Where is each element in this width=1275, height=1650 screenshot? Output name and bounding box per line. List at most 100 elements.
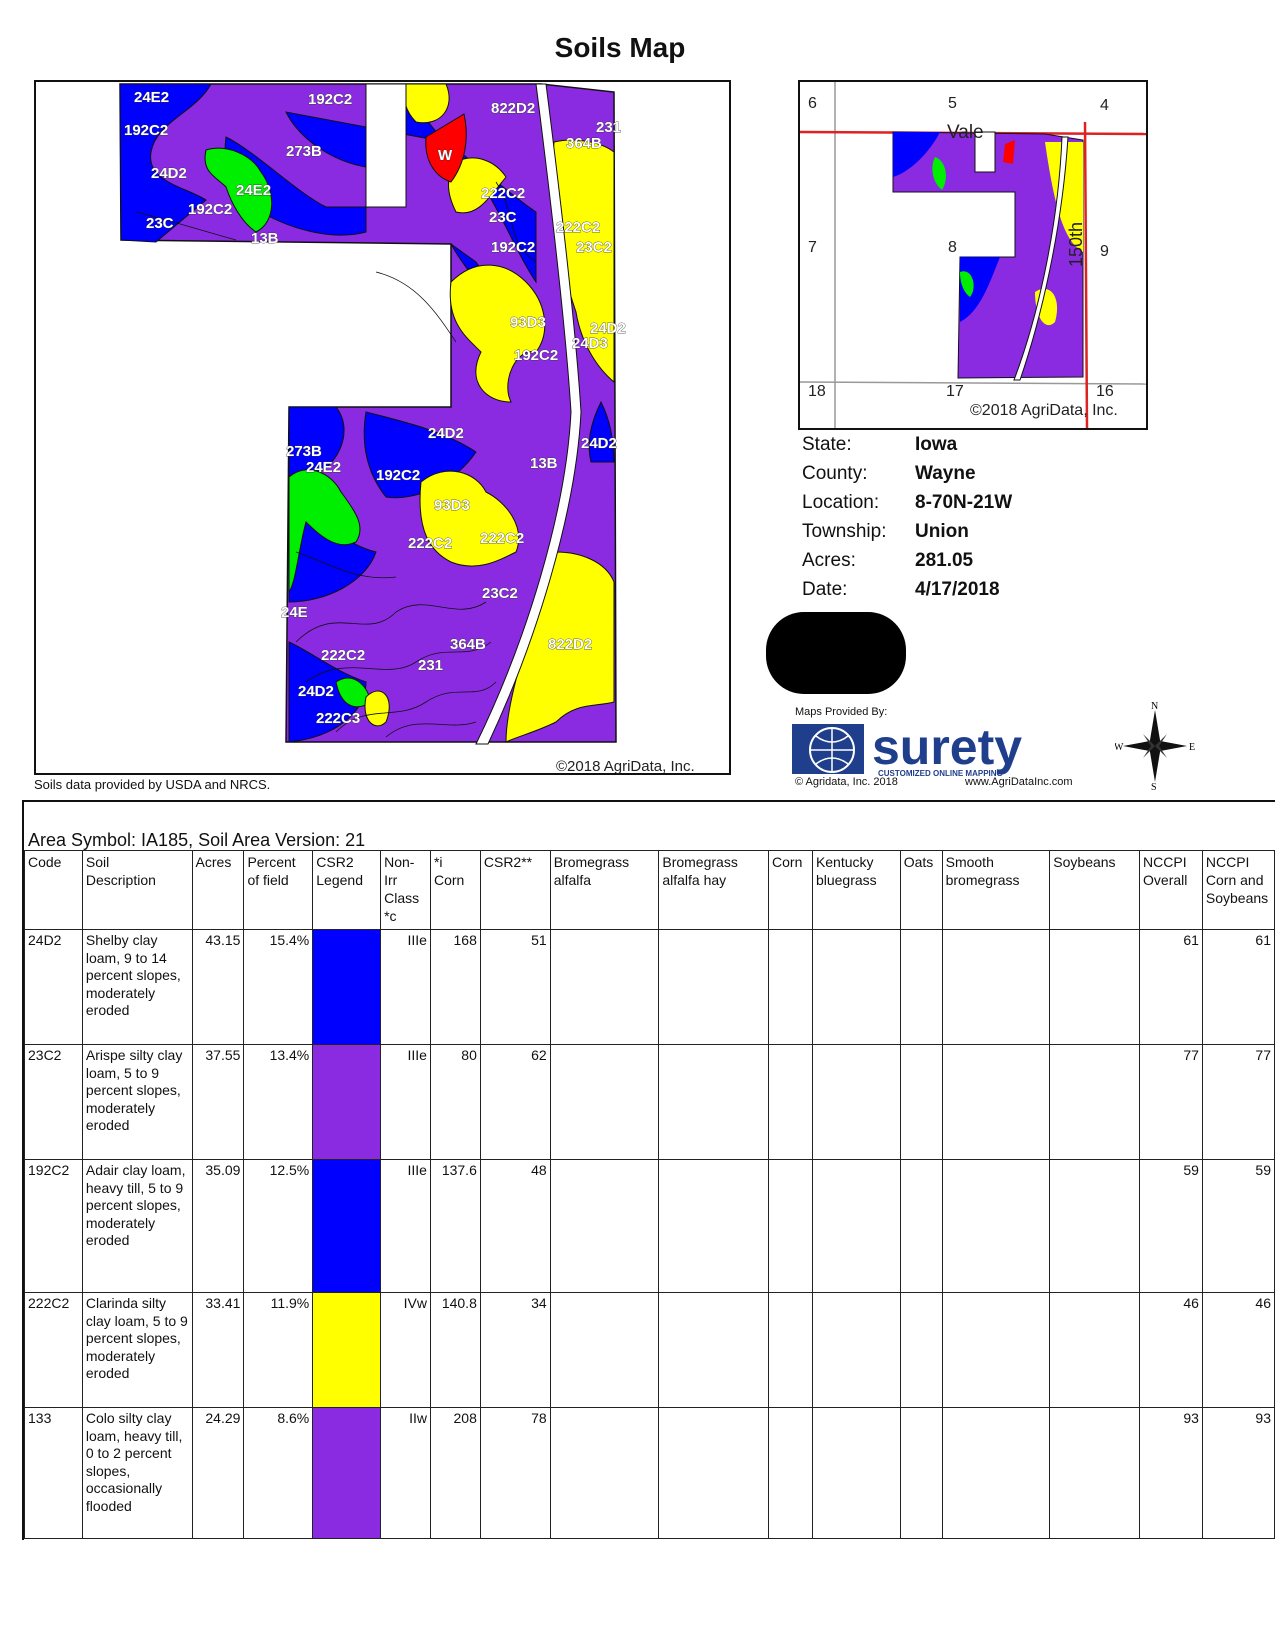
compass-w: W — [1115, 742, 1124, 753]
agridata-copyright: © Agridata, Inc. 2018 — [795, 776, 898, 788]
column-header: Soybeans — [1049, 850, 1141, 930]
section-number: 6 — [808, 95, 817, 112]
column-header-line: bluegrass — [815, 872, 877, 888]
soil-label: W — [438, 147, 453, 164]
nccpi-corn-soybeans: 59 — [1201, 1159, 1275, 1293]
bromegrass-alfalfa — [549, 1407, 660, 1539]
column-header-line: Corn — [433, 872, 465, 888]
location-map[interactable]: 6 5 4 7 8 9 18 17 16 Vale 150th ©2018 AgriData, … — [798, 80, 1148, 430]
info-value: Union — [915, 521, 969, 542]
column-header-line: Oats — [903, 854, 934, 870]
bromegrass-alfalfa-hay — [658, 1407, 770, 1539]
column-header: Kentucky bluegrass — [811, 850, 901, 930]
maps-provided-by: Maps Provided By: — [795, 706, 888, 718]
soybeans — [1049, 1044, 1141, 1160]
corn-yield: 208 — [429, 1407, 481, 1539]
soil-label: 23C2 — [576, 239, 612, 256]
column-header: Percent of field — [243, 850, 314, 930]
corn-yield: 168 — [429, 929, 481, 1045]
bromegrass-alfalfa-hay — [658, 1292, 770, 1408]
column-header-line: alfalfa — [553, 872, 592, 888]
nccpi-overall: 77 — [1139, 1044, 1203, 1160]
corn — [768, 1292, 813, 1408]
soil-label: 192C2 — [124, 122, 168, 139]
soil-label: 13B — [530, 455, 558, 472]
soil-label: 222C2 — [408, 535, 452, 552]
column-header-line: CSR2 — [316, 854, 354, 870]
csr2-value: 62 — [479, 1044, 551, 1160]
soil-code: 24D2 — [24, 929, 83, 1045]
kentucky-bluegrass — [811, 1044, 901, 1160]
column-header-line: Soybeans — [1205, 890, 1269, 906]
column-header-line: Legend — [316, 872, 363, 888]
column-header: Corn — [768, 850, 813, 930]
table-row: 192C2 Adair clay loam, heavy till, 5 to 9… — [24, 1159, 1275, 1293]
percent-value: 11.9% — [243, 1292, 314, 1408]
corn-yield: 80 — [429, 1044, 481, 1160]
soybeans — [1049, 1159, 1141, 1293]
info-label: State: — [802, 434, 852, 455]
oats — [899, 929, 943, 1045]
table-row: 133 Colo silty clay loam, heavy till, 0 t… — [24, 1407, 1275, 1539]
column-header-line: Irr — [384, 872, 398, 888]
column-header: NCCPI Corn and Soybeans — [1201, 850, 1275, 930]
compass-e: E — [1189, 742, 1195, 753]
column-header-line: Bromegrass — [662, 854, 738, 870]
section-number: 4 — [1100, 97, 1109, 114]
smooth-bromegrass — [941, 1044, 1051, 1160]
table-row: 222C2 Clarinda silty clay loam, 5 to 9 pe… — [24, 1292, 1275, 1408]
column-header: *i Corn — [429, 850, 481, 930]
csr2-legend-swatch — [312, 1159, 382, 1293]
nccpi-overall: 46 — [1139, 1292, 1203, 1408]
csr2-legend-swatch — [312, 929, 382, 1045]
soils-map[interactable]: 24E2 192C2 192C2 273B 24D2 24E2 192C2 23C 13B W 82… — [34, 80, 731, 775]
soybeans — [1049, 929, 1141, 1045]
info-label: County: — [802, 463, 868, 484]
column-header: Bromegrass alfalfa hay — [658, 850, 770, 930]
corn — [768, 1159, 813, 1293]
percent-value: 12.5% — [243, 1159, 314, 1293]
soil-label: 222C2 — [481, 185, 525, 202]
column-header-line: NCCPI — [1143, 854, 1187, 870]
soil-label: 23C — [146, 215, 174, 232]
column-header-line: alfalfa hay — [662, 872, 727, 888]
column-header-line: Kentucky — [815, 854, 874, 870]
column-header: Code — [24, 850, 83, 930]
csr2-value: 51 — [479, 929, 551, 1045]
non-irr-class: IIIe — [380, 929, 431, 1045]
bromegrass-alfalfa-hay — [658, 1044, 770, 1160]
csr2-value: 48 — [479, 1159, 551, 1293]
percent-value: 15.4% — [243, 929, 314, 1045]
soil-label: 93D3 — [434, 497, 470, 514]
oats — [899, 1292, 943, 1408]
column-header-line: Bromegrass — [553, 854, 630, 870]
column-header-line: Description — [85, 872, 156, 888]
soil-label: 222C3 — [316, 710, 360, 727]
soil-label: 364B — [566, 135, 602, 152]
nccpi-corn-soybeans: 93 — [1201, 1407, 1275, 1539]
column-header: CSR2 Legend — [312, 850, 382, 930]
column-header-line: CSR2** — [483, 854, 533, 870]
map-copyright: ©2018 AgriData, Inc. — [556, 758, 695, 775]
soil-description: Arispe silty clay loam, 5 to 9 percent s… — [81, 1044, 193, 1160]
soil-label: 273B — [286, 443, 322, 460]
info-value: Iowa — [915, 434, 958, 455]
info-value: 4/17/2018 — [915, 579, 1000, 600]
column-header-line: Soybeans — [1053, 854, 1116, 870]
agridata-website[interactable]: www.AgriDataInc.com — [965, 776, 1073, 788]
csr2-legend-swatch — [312, 1292, 382, 1408]
table-header-row: Code Soil Description Acres Percent of field C… — [24, 850, 1275, 930]
smooth-bromegrass — [941, 1159, 1051, 1293]
non-irr-class: IIIe — [380, 1044, 431, 1160]
soil-label: 24E2 — [306, 459, 341, 476]
redacted-logo — [766, 612, 906, 694]
csr2-legend-swatch — [312, 1044, 382, 1160]
column-header-line: *i — [433, 854, 443, 870]
nccpi-overall: 61 — [1139, 929, 1203, 1045]
page-title: Soils Map — [554, 32, 686, 63]
column-header-line: Class — [384, 890, 420, 906]
section-number: 18 — [808, 383, 826, 400]
kentucky-bluegrass — [811, 1407, 901, 1539]
soil-label: 222C2 — [480, 530, 524, 547]
oats — [899, 1407, 943, 1539]
